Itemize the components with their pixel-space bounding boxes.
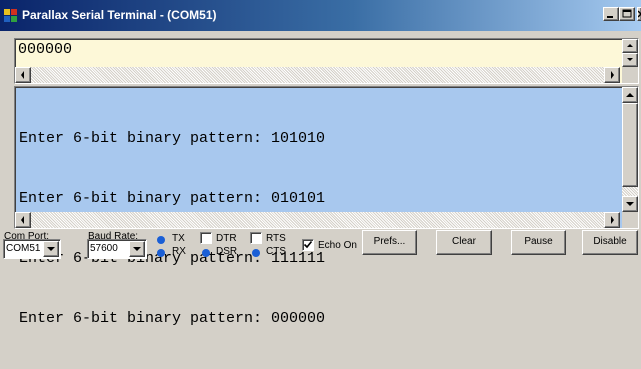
transmit-scroll-down-button[interactable] bbox=[622, 53, 638, 67]
receive-scroll-right-button[interactable] bbox=[604, 212, 620, 228]
maximize-button[interactable] bbox=[619, 7, 635, 21]
receive-scroll-down-button[interactable] bbox=[622, 196, 638, 212]
window-title: Parallax Serial Terminal - (COM51) bbox=[22, 8, 217, 22]
com-port-value: COM51 bbox=[6, 243, 41, 254]
baud-rate-select[interactable]: 57600 bbox=[87, 239, 147, 259]
receive-horizontal-scrollbar[interactable] bbox=[15, 212, 620, 228]
echo-on-label: Echo On bbox=[318, 240, 357, 251]
tx-led-icon bbox=[157, 236, 165, 244]
cts-led-icon bbox=[252, 249, 260, 257]
com-port-dropdown-button[interactable] bbox=[43, 241, 59, 257]
dsr-led-icon bbox=[202, 249, 210, 257]
receive-scroll-corner bbox=[622, 212, 638, 228]
checkmark-icon bbox=[303, 240, 313, 249]
transmit-text[interactable]: 000000 bbox=[18, 41, 72, 59]
parallax-app-icon bbox=[3, 7, 19, 23]
pause-button[interactable]: Pause bbox=[511, 230, 566, 255]
baud-rate-value: 57600 bbox=[90, 243, 118, 254]
arrow-down-icon bbox=[626, 202, 634, 206]
arrow-right-icon bbox=[611, 216, 614, 224]
receive-line: Enter 6-bit binary pattern: 010101 bbox=[19, 190, 326, 207]
arrow-up-icon bbox=[627, 44, 633, 47]
dtr-label: DTR bbox=[216, 233, 237, 244]
receive-scroll-thumb[interactable] bbox=[622, 103, 638, 187]
arrow-left-icon bbox=[21, 71, 24, 79]
rts-checkbox[interactable] bbox=[250, 232, 262, 244]
receive-scroll-left-button[interactable] bbox=[15, 212, 31, 228]
dtr-checkbox[interactable] bbox=[200, 232, 212, 244]
arrow-right-icon bbox=[611, 71, 614, 79]
close-button[interactable] bbox=[637, 7, 641, 21]
rx-label: RX bbox=[172, 246, 186, 257]
chevron-down-icon bbox=[133, 247, 141, 251]
receive-line: Enter 6-bit binary pattern: 101010 bbox=[19, 130, 326, 147]
clear-button[interactable]: Clear bbox=[436, 230, 492, 255]
rx-led-icon bbox=[157, 249, 165, 257]
receive-line: Enter 6-bit binary pattern: 000000 bbox=[19, 310, 326, 327]
receive-pane[interactable]: Enter 6-bit binary pattern: 101010 Enter… bbox=[14, 86, 639, 327]
transmit-vertical-scrollbar[interactable] bbox=[622, 39, 638, 67]
cts-label: CTS bbox=[266, 246, 286, 257]
prefs-button[interactable]: Prefs... bbox=[362, 230, 417, 255]
arrow-left-icon bbox=[21, 216, 24, 224]
receive-scroll-up-button[interactable] bbox=[622, 87, 638, 103]
dsr-label: DSR bbox=[216, 246, 238, 257]
disable-button[interactable]: Disable bbox=[582, 230, 638, 255]
minimize-icon bbox=[607, 16, 613, 18]
rts-label: RTS bbox=[266, 233, 286, 244]
com-port-select[interactable]: COM51 bbox=[3, 239, 61, 259]
echo-on-checkbox[interactable] bbox=[302, 239, 314, 251]
transmit-scroll-corner bbox=[622, 67, 638, 83]
title-bar[interactable]: Parallax Serial Terminal - (COM51) bbox=[0, 0, 641, 31]
tx-label: TX bbox=[172, 233, 185, 244]
serial-terminal-window: Parallax Serial Terminal - (COM51) 00000… bbox=[0, 0, 641, 327]
transmit-pane[interactable]: 000000 bbox=[14, 38, 639, 84]
maximize-icon bbox=[622, 9, 632, 18]
chevron-down-icon bbox=[47, 247, 55, 251]
transmit-scroll-up-button[interactable] bbox=[622, 39, 638, 53]
receive-vertical-scrollbar[interactable] bbox=[622, 87, 638, 212]
arrow-down-icon bbox=[627, 58, 633, 61]
transmit-scroll-left-button[interactable] bbox=[15, 67, 31, 83]
arrow-up-icon bbox=[626, 93, 634, 97]
receive-lines: Enter 6-bit binary pattern: 101010 Enter… bbox=[19, 89, 325, 369]
transmit-horizontal-scrollbar[interactable] bbox=[15, 67, 620, 83]
minimize-button[interactable] bbox=[603, 7, 619, 21]
transmit-scroll-right-button[interactable] bbox=[604, 67, 620, 83]
baud-rate-dropdown-button[interactable] bbox=[129, 241, 145, 257]
